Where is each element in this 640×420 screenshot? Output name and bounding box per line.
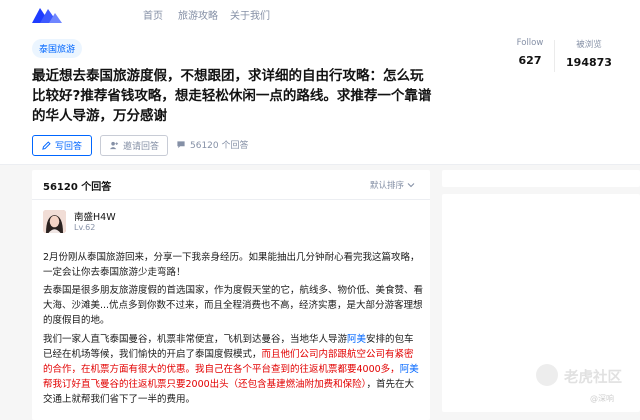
add-user-icon [109,141,119,150]
question-header: 泰国旅游 最近想去泰国旅游度假，不想跟团，求详细的自由行攻略：怎么玩比较好?推荐… [0,30,640,165]
follow-stat[interactable]: Follow 627 [512,38,548,67]
watermark-logo-icon [536,364,558,386]
watermark-sub: @深响 [590,394,614,403]
answer-paragraph-2: 去泰国是很多朋友旅游度假的首选国家，作为度假天堂的它，航线多、物价低、美食赞、看… [43,285,424,326]
question-title: 最近想去泰国旅游度假，不想跟团，求详细的自由行攻略：怎么玩比较好?推荐省钱攻略，… [32,68,432,124]
logo-icon[interactable] [32,5,62,23]
sort-dropdown[interactable]: 默认排序 [370,179,415,191]
answer-card: 56120 个回答 默认排序 南盛H4W Lv.62 2月份刚从泰国旅游回来，分… [32,170,430,420]
answer-list-count: 56120 个回答 [43,182,112,193]
topic-tag[interactable]: 泰国旅游 [32,39,83,58]
invite-answer-label: 邀请回答 [122,142,159,152]
author-name[interactable]: 南盛H4W [74,209,116,223]
follow-count: 627 [518,54,542,67]
nav-item-travel-guides[interactable]: 旅游攻略 [178,7,218,22]
views-label: 被浏览 [576,40,602,50]
answer-count-label: 56120 个回答 [190,141,249,151]
guide-name-link-2[interactable]: 阿美 [400,364,419,375]
nav-item-about[interactable]: 关于我们 [230,7,270,22]
answer-list-header: 56120 个回答 默认排序 [32,170,430,200]
views-stat: 被浏览 194873 [562,38,616,69]
chevron-down-icon [407,183,415,188]
follow-label: Follow [516,38,544,48]
views-count: 194873 [566,56,612,69]
stat-divider [554,40,555,72]
top-nav: 首页 旅游攻略 关于我们 [0,0,640,30]
write-answer-label: 写回答 [54,142,82,152]
answer-paragraph-1: 2月份刚从泰国旅游回来，分享一下我亲身经历。如果能抽出几分钟耐心看完我这篇攻略，… [43,252,420,278]
avatar-portrait-icon [43,210,66,233]
invite-answer-button[interactable]: 邀请回答 [100,135,168,156]
sort-label: 默认排序 [370,181,405,191]
guide-name-link[interactable]: 阿美 [347,334,366,345]
answer-count-button[interactable]: 56120 个回答 [176,135,249,154]
avatar[interactable] [43,210,66,233]
author-level: Lv.62 [74,223,96,232]
highlight-text-red-2: 帮我订好直飞曼谷的往返机票只要2000出头（还包含基建燃油附加费和保险） [43,379,367,390]
paragraph-3-text-a: 我们一家人直飞泰国曼谷，机票非常便宜，飞机到达曼谷，当地华人导游 [43,334,348,345]
sidebar-block-top [442,170,640,187]
watermark-text: 老虎社区 [564,370,622,386]
nav-item-home[interactable]: 首页 [143,7,163,22]
pencil-icon [42,141,51,150]
write-answer-button[interactable]: 写回答 [32,135,92,156]
answer-paragraph-3: 我们一家人直飞泰国曼谷，机票非常便宜，飞机到达曼谷，当地华人导游阿美安排的包车已… [43,332,423,407]
comment-icon [177,141,185,149]
